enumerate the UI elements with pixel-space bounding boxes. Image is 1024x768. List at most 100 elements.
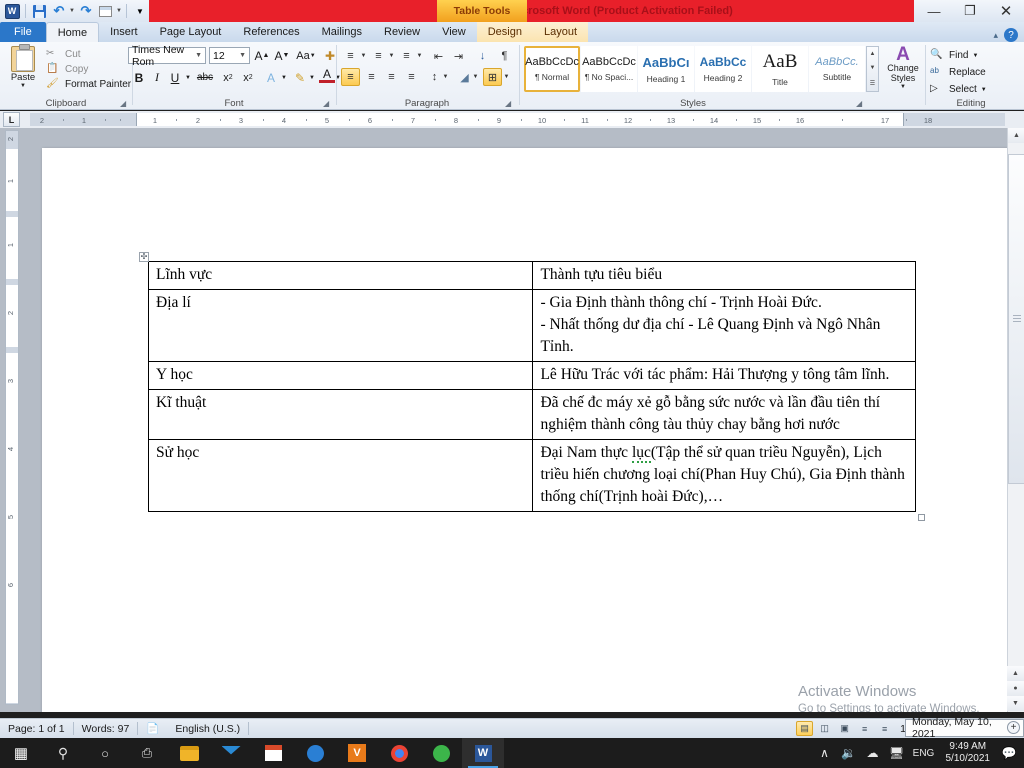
restore-button[interactable]: ❐ [952,1,988,22]
style-normal[interactable]: AaBbCcDc ¶ Normal [524,46,580,92]
document-table-wrapper[interactable]: ✣ Lĩnh vực Thành tựu tiêu biểu Địa lí - … [139,252,925,521]
tab-view[interactable]: View [431,22,477,42]
multilevel-dropdown-icon[interactable]: ▼ [415,47,424,65]
table-cell-field[interactable]: Y học [147,361,534,390]
style-heading-2[interactable]: AaBbCc Heading 2 [695,46,751,92]
tab-review[interactable]: Review [373,22,431,42]
table-cell-achievement[interactable]: - Gia Định thành thông chí - Trịnh Hoài … [532,289,916,362]
onedrive-icon[interactable]: ☁ [862,738,884,768]
bold-button[interactable]: B [131,68,147,87]
cut-command[interactable]: ✂ Cut [44,47,131,62]
edge-icon[interactable] [294,738,336,768]
highlight-dropdown-icon[interactable]: ▼ [307,68,317,87]
show-formatting-marks-button[interactable]: ¶ [495,47,514,65]
tab-design[interactable]: Design [477,22,533,42]
undo-icon[interactable]: ↶ [50,2,68,20]
network-icon[interactable]: 🖥 [886,738,908,768]
tab-home[interactable]: Home [45,22,100,42]
multilevel-list-button[interactable]: ≡ [397,47,416,65]
horizontal-ruler[interactable]: L 2 1 1 2 3 4 5 6 7 8 9 10 11 12 13 14 1… [0,111,1024,128]
cortana-icon[interactable]: ○ [84,738,126,768]
table-cell-achievement[interactable]: Đại Nam thực lục(Tập thể sử quan triều N… [532,439,916,512]
grow-font-button[interactable]: A ▲ [253,46,271,65]
vertical-scroll-thumb[interactable] [1008,154,1024,484]
save-icon[interactable] [30,2,48,20]
scroll-up-button[interactable]: ▲ [1008,128,1024,143]
table-cell-achievement[interactable]: Lê Hữu Trác với tác phẩm: Hải Thượng y t… [532,361,916,390]
bullets-dropdown-icon[interactable]: ▼ [359,47,368,65]
draft-view-button[interactable]: ≡ [876,721,893,736]
style-heading-1[interactable]: AaBbCı Heading 1 [638,46,694,92]
table-quick-dropdown-icon[interactable]: ▼ [116,8,122,14]
vietkey-icon[interactable]: V [336,738,378,768]
show-hidden-icons[interactable]: ∧ [814,738,836,768]
align-left-button[interactable]: ≡ [341,68,360,86]
page-indicator[interactable]: Page: 1 of 1 [0,723,73,735]
line-spacing-dropdown-icon[interactable]: ▼ [441,68,450,86]
select-browse-object-button[interactable]: ● [1007,681,1024,696]
align-center-button[interactable]: ≡ [362,68,381,86]
word-logo-icon[interactable]: W [3,2,21,20]
table-cell-field[interactable]: Sử học [147,439,534,512]
table-row[interactable]: Địa lí - Gia Định thành thông chí - Trịn… [147,289,916,362]
outline-view-button[interactable]: ≡ [856,721,873,736]
scroll-down-icon[interactable]: ▼ [870,65,876,71]
increase-indent-button[interactable]: ⇥ [449,47,468,65]
subscript-button[interactable]: x2 [219,68,237,87]
print-layout-view-button[interactable]: ▤ [796,721,814,736]
task-view-icon[interactable]: ⎙ [126,738,168,768]
table-cell-field[interactable]: Kĩ thuật [147,389,534,440]
sort-button[interactable]: ↓ [473,47,492,65]
styles-gallery-scroll[interactable]: ▲ ▼ ☰ [866,46,879,92]
bullets-button[interactable]: ≡ [341,47,360,65]
previous-page-button[interactable]: ▲ [1007,666,1024,681]
green-app-icon[interactable] [420,738,462,768]
search-icon[interactable]: ⚲ [42,738,84,768]
font-size-input[interactable]: 12 ▼ [209,47,250,64]
volume-icon[interactable]: 🔉 [838,738,860,768]
document-canvas[interactable]: ✣ Lĩnh vực Thành tựu tiêu biểu Địa lí - … [0,128,1024,712]
paragraph-dialog-launcher[interactable]: ◢ [505,99,515,109]
tab-insert[interactable]: Insert [99,22,149,42]
mail-icon[interactable] [210,738,252,768]
tab-selector-button[interactable]: L [3,112,20,127]
text-effects-button[interactable]: A [263,68,279,87]
word-taskbar-icon[interactable]: W [462,738,504,768]
replace-command[interactable]: ab Replace [930,64,987,81]
undo-dropdown-icon[interactable]: ▼ [69,8,75,14]
tab-page-layout[interactable]: Page Layout [149,22,233,42]
document-page[interactable]: ✣ Lĩnh vực Thành tựu tiêu biểu Địa lí - … [42,148,1010,712]
table-cell-field[interactable]: Địa lí [147,289,534,362]
shading-dropdown-icon[interactable]: ▼ [471,68,480,86]
superscript-button[interactable]: x2 [239,68,257,87]
web-layout-view-button[interactable]: ▣ [836,721,853,736]
proofing-status-icon[interactable]: 📄 [138,722,167,735]
file-explorer-icon[interactable] [168,738,210,768]
borders-button[interactable]: ⊞ [483,68,502,86]
style-no-spacing[interactable]: AaBbCcDc ¶ No Spaci... [581,46,637,92]
tab-references[interactable]: References [232,22,310,42]
format-painter-command[interactable]: 🖌 Format Painter [44,77,131,92]
table-resize-handle[interactable] [918,514,925,521]
change-case-button[interactable]: Aa ▼ [295,46,317,65]
start-button[interactable]: ▦ [0,738,42,768]
copy-command[interactable]: 📋 Copy [44,62,131,77]
underline-button[interactable]: U [167,68,183,87]
find-command[interactable]: 🔍 Find ▼ [930,47,987,64]
justify-button[interactable]: ≡ [402,68,421,86]
numbering-dropdown-icon[interactable]: ▼ [387,47,396,65]
font-dialog-launcher[interactable]: ◢ [323,99,333,109]
scroll-up-icon[interactable]: ▲ [870,51,876,57]
vertical-ruler[interactable]: 2 1 1 2 3 4 5 6 [5,130,19,705]
action-center-icon[interactable]: 💬 [998,738,1020,768]
table-cell-achievement[interactable]: Đã chế đc máy xẻ gỗ bằng sức nước và lần… [532,389,916,440]
close-button[interactable]: ✕ [988,1,1024,22]
paste-button[interactable]: Paste ▼ [6,44,40,97]
zoom-in-button[interactable]: + [1007,721,1020,734]
language-indicator-tray[interactable]: ENG [910,738,938,768]
table-quick-icon[interactable] [97,2,115,20]
help-icon[interactable]: ? [1004,28,1018,42]
table-row[interactable]: Kĩ thuật Đã chế đc máy xẻ gỗ bằng sức nư… [147,389,916,440]
underline-dropdown-icon[interactable]: ▼ [183,68,193,87]
borders-dropdown-icon[interactable]: ▼ [502,68,511,86]
